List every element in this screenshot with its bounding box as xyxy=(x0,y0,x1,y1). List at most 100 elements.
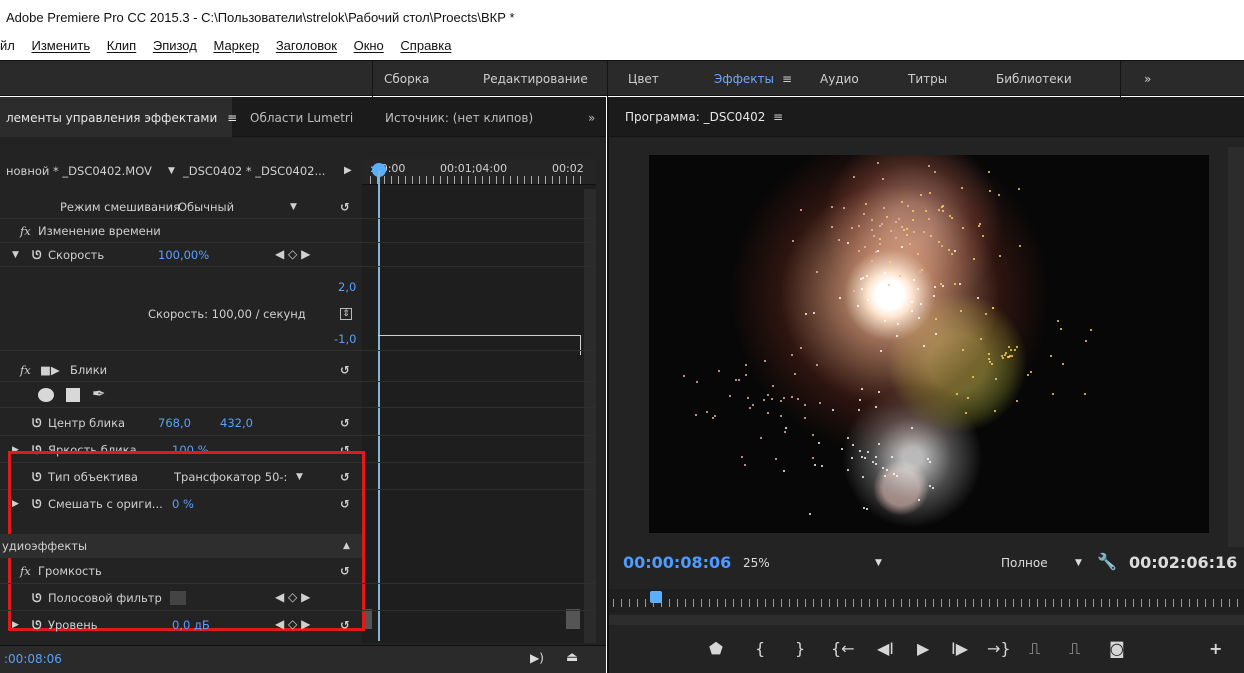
menu-edit[interactable]: Изменить xyxy=(31,38,90,53)
go-to-out-icon[interactable]: →} xyxy=(987,641,1011,657)
collapse-icon[interactable]: ▲ xyxy=(343,541,350,551)
in-point-icon[interactable]: { xyxy=(755,641,765,657)
program-timecode[interactable]: 00:00:08:06 xyxy=(623,553,731,572)
bypass-checkbox[interactable] xyxy=(170,591,186,605)
spark xyxy=(831,206,833,208)
workspace-assembly[interactable]: Сборка xyxy=(384,72,429,86)
rect-mask-icon[interactable] xyxy=(66,388,80,402)
step-forward-icon[interactable]: I▶ xyxy=(951,641,968,657)
spark xyxy=(883,297,885,299)
program-time-ruler[interactable] xyxy=(609,589,1244,613)
spark xyxy=(895,237,897,239)
reset-icon[interactable]: ↺ xyxy=(340,564,350,578)
quality-select[interactable]: Полное xyxy=(1001,556,1048,570)
extract-icon[interactable]: ⎍ xyxy=(1069,641,1080,657)
export-icon[interactable]: ⏏ xyxy=(566,650,578,665)
menu-window[interactable]: Окно xyxy=(354,38,384,53)
marker-icon[interactable]: ⬟ xyxy=(709,641,723,657)
effect-timeline[interactable]: :00:00 00:01;04:00 00:02 xyxy=(362,159,596,643)
stopwatch-icon[interactable]: ᘎ xyxy=(32,618,42,633)
zoom-level[interactable]: 25% xyxy=(743,556,770,570)
fx-icon[interactable]: fx xyxy=(20,224,31,238)
menu-marker[interactable]: Маркер xyxy=(213,38,259,53)
tab-lumetri-scopes[interactable]: Области Lumetri xyxy=(250,97,353,137)
stopwatch-icon[interactable]: ᘎ xyxy=(32,416,42,431)
program-title[interactable]: Программа: _DSC0402 xyxy=(625,110,765,124)
menu-file[interactable]: йл xyxy=(0,38,15,53)
menu-sequence[interactable]: Эпизод xyxy=(153,38,197,53)
level-value[interactable]: 0,0 дБ xyxy=(172,618,210,632)
spark xyxy=(1011,355,1013,357)
blend-mode-label: Режим смешивания xyxy=(60,200,180,214)
keyframe-nav-icon[interactable]: ◀ ◇ ▶ xyxy=(275,590,310,604)
divider xyxy=(0,610,596,611)
blend-mode-value[interactable]: Обычный xyxy=(178,200,234,214)
timeline-scroll-handle-right[interactable] xyxy=(566,609,580,629)
expand-triangle-icon[interactable]: ▶ xyxy=(12,620,19,630)
stopwatch-icon[interactable]: ᘎ xyxy=(32,248,42,263)
reset-icon[interactable]: ↺ xyxy=(340,618,350,632)
lift-icon[interactable]: ⎍ xyxy=(1029,641,1040,657)
workspace-editing[interactable]: Редактирование xyxy=(483,72,588,86)
reset-icon[interactable]: ↺ xyxy=(340,200,350,214)
program-playhead[interactable] xyxy=(650,591,662,603)
tab-menu-icon[interactable]: ≡ xyxy=(227,111,237,125)
plus-icon[interactable]: + xyxy=(1209,641,1222,657)
tab-effect-controls[interactable]: лементы управления эффектами ≡ xyxy=(0,97,237,137)
play-only-clip-icon[interactable]: ▶ xyxy=(344,165,352,176)
workspace-libraries[interactable]: Библиотеки xyxy=(996,72,1072,86)
timeline-ruler[interactable]: :00:00 00:01;04:00 00:02 xyxy=(362,159,596,185)
monitor-scrollbar[interactable] xyxy=(1228,147,1244,547)
sequence-clip-label[interactable]: _DSC0402 * _DSC0402... xyxy=(183,164,325,178)
reset-icon[interactable]: ↺ xyxy=(340,416,350,430)
ellipse-mask-icon[interactable] xyxy=(38,388,54,402)
menu-title[interactable]: Заголовок xyxy=(276,38,337,53)
spark xyxy=(718,370,720,372)
keyframe-nav-icon[interactable]: ◀ ◇ ▶ xyxy=(275,247,310,261)
add-keyframe-icon[interactable]: ⇕ xyxy=(340,308,352,320)
zoom-scrollbar[interactable] xyxy=(609,615,1244,625)
tab-source[interactable]: Источник: (нет клипов) xyxy=(385,97,533,137)
workspace-menu-icon[interactable]: ≡ xyxy=(782,72,792,86)
chevron-down-icon[interactable]: ▼ xyxy=(290,202,297,212)
pen-icon[interactable]: ✒ xyxy=(92,384,105,403)
speed-value[interactable]: 100,00% xyxy=(158,248,209,262)
camera-icon[interactable]: ◙ xyxy=(1109,641,1125,657)
chevron-down-icon[interactable]: ▼ xyxy=(1075,558,1082,568)
step-back-icon[interactable]: ◀I xyxy=(877,641,894,657)
menu-help[interactable]: Справка xyxy=(400,38,451,53)
spark xyxy=(800,209,802,211)
go-to-in-icon[interactable]: {← xyxy=(831,641,855,657)
panel-menu-icon[interactable]: ≡ xyxy=(773,110,783,124)
out-point-icon[interactable]: } xyxy=(795,641,805,657)
overflow-icon[interactable]: » xyxy=(588,97,595,137)
chevron-down-icon[interactable]: ▼ xyxy=(875,558,882,568)
divider xyxy=(372,61,373,97)
workspace-audio[interactable]: Аудио xyxy=(820,72,859,86)
flare-center-x[interactable]: 768,0 xyxy=(158,416,191,430)
fx-icon[interactable]: fx xyxy=(20,564,31,578)
stopwatch-icon[interactable]: ᘎ xyxy=(32,591,42,606)
chevron-down-icon[interactable]: ▼ xyxy=(168,166,175,176)
workspace-overflow-icon[interactable]: » xyxy=(1144,72,1151,86)
current-timecode[interactable]: :00:08:06 xyxy=(4,652,62,666)
timeline-scrollbar[interactable] xyxy=(584,189,596,643)
fx-icon[interactable]: fx xyxy=(20,363,31,377)
expand-triangle-icon[interactable]: ▼ xyxy=(12,250,19,260)
wrench-icon[interactable]: 🔧 xyxy=(1097,552,1117,571)
workspace-titles[interactable]: Титры xyxy=(908,72,947,86)
spark xyxy=(999,255,1001,257)
menu-clip[interactable]: Клип xyxy=(107,38,136,53)
workspace-color[interactable]: Цвет xyxy=(628,72,659,86)
reset-icon[interactable]: ↺ xyxy=(340,363,350,377)
program-video-frame[interactable] xyxy=(649,155,1209,533)
spark xyxy=(935,333,937,335)
spark xyxy=(696,381,698,383)
flare-center-y[interactable]: 432,0 xyxy=(220,416,253,430)
keyframe-nav-icon[interactable]: ◀ ◇ ▶ xyxy=(275,617,310,631)
master-clip-label[interactable]: новной * _DSC0402.MOV xyxy=(6,164,152,178)
workspace-effects[interactable]: Эффекты xyxy=(714,72,774,86)
play-audio-icon[interactable]: ▶) xyxy=(530,651,544,665)
speed-graph-line[interactable] xyxy=(378,335,581,336)
play-icon[interactable]: ▶ xyxy=(917,641,929,657)
